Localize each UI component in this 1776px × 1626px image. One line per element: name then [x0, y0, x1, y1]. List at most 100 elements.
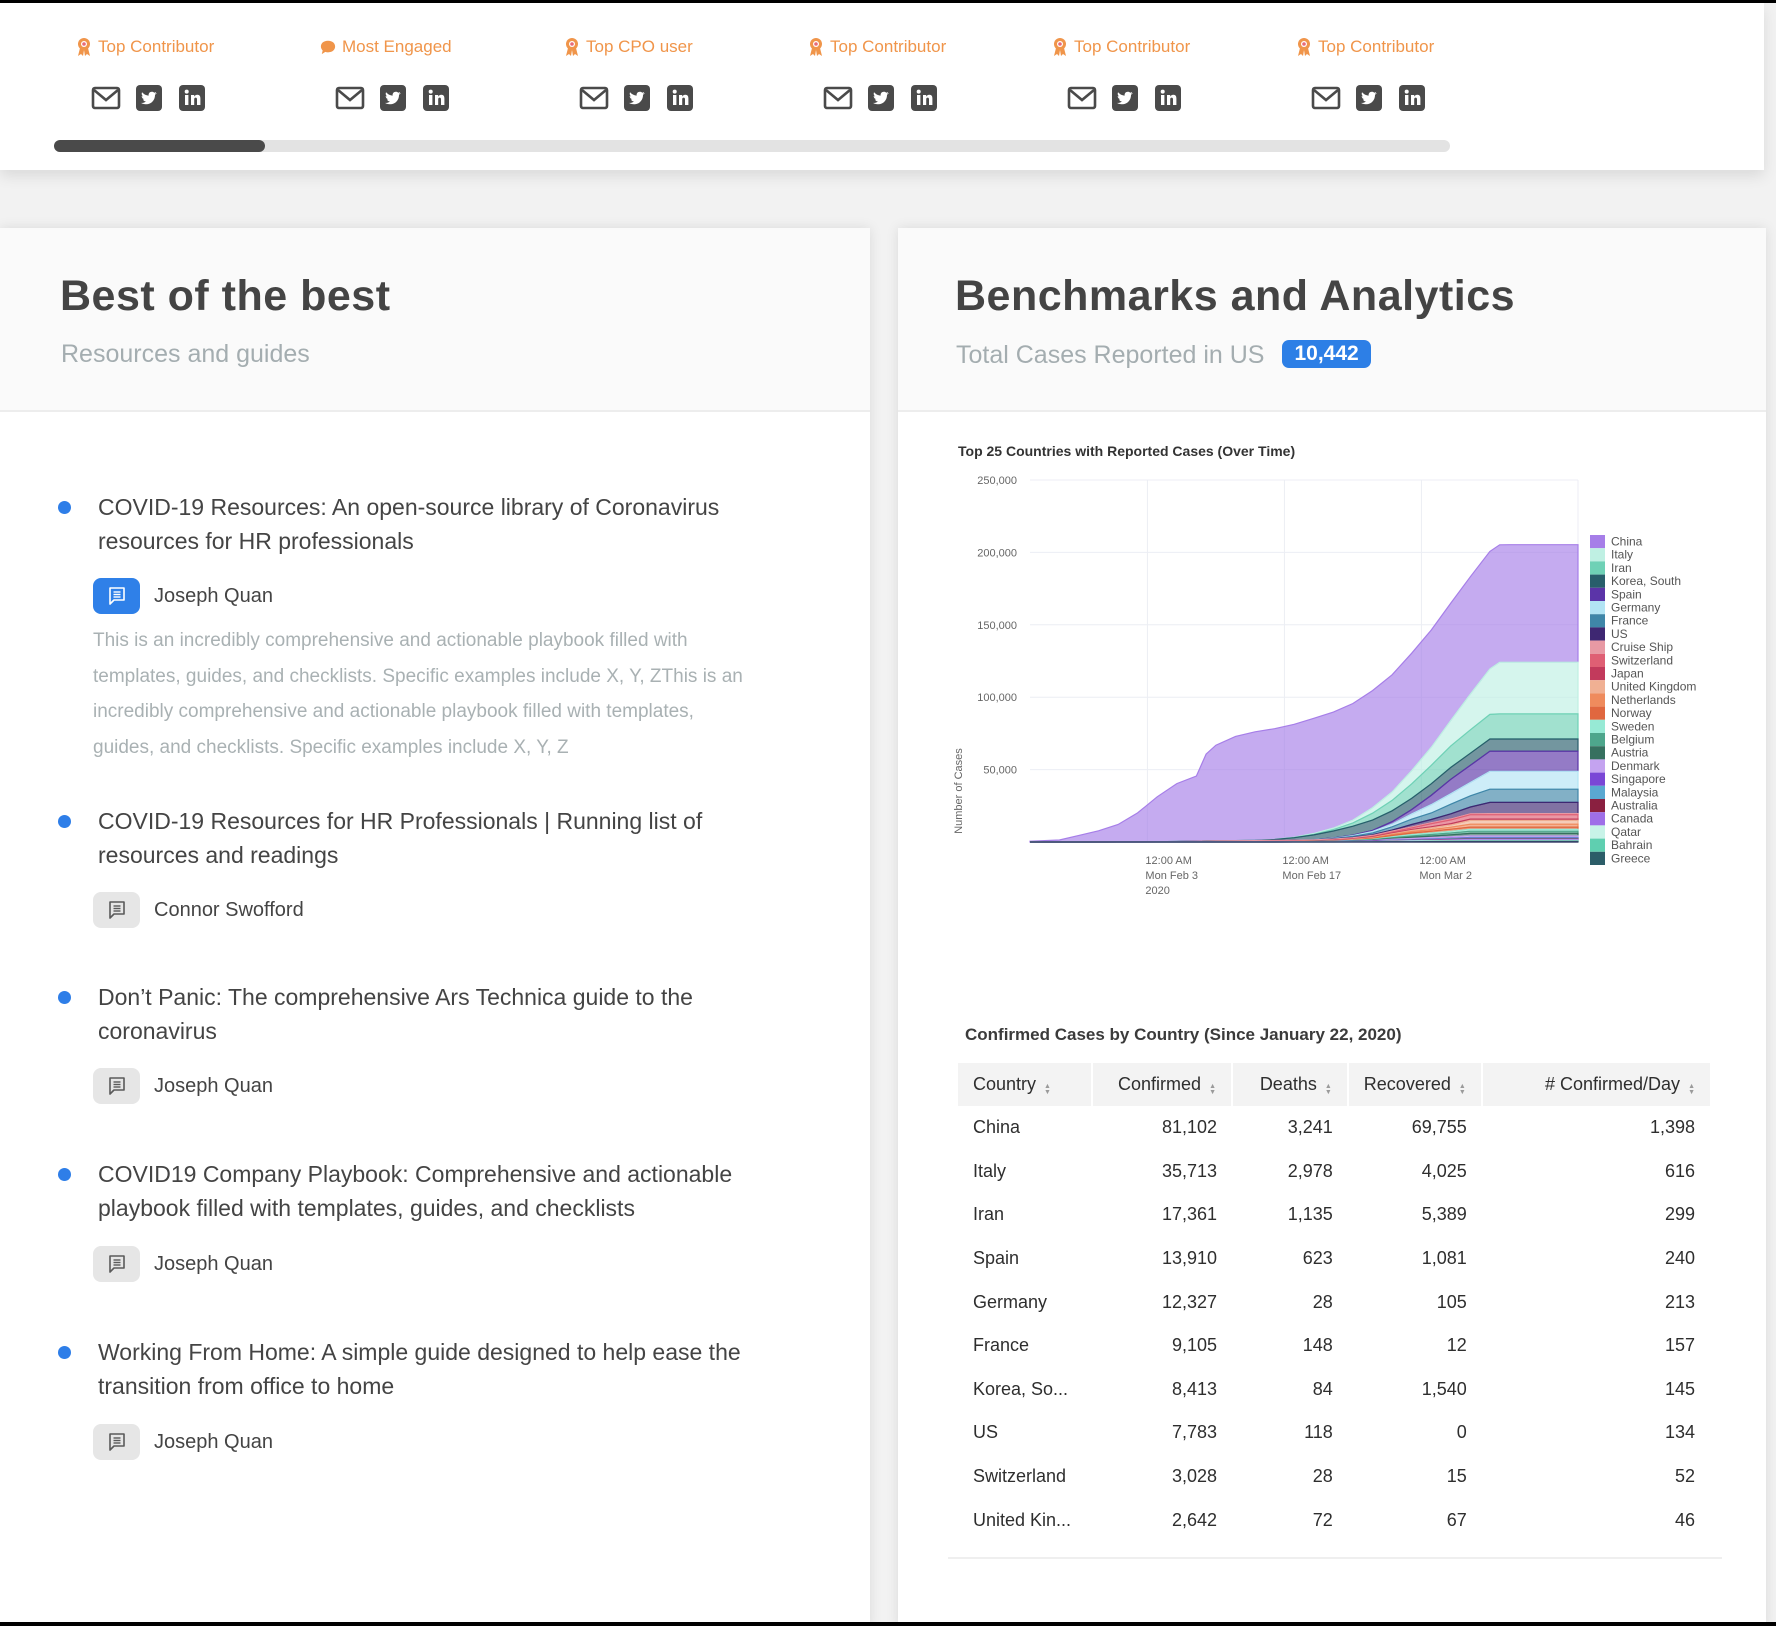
resource-title-link[interactable]: Working From Home: A simple guide design…: [98, 1335, 798, 1403]
message-icon[interactable]: [93, 892, 140, 928]
legend-swatch[interactable]: [1590, 759, 1605, 773]
legend-swatch[interactable]: [1590, 799, 1605, 813]
legend-label[interactable]: Denmark: [1611, 759, 1661, 773]
legend-label[interactable]: United Kingdom: [1611, 680, 1696, 694]
linkedin-icon[interactable]: [1153, 83, 1183, 113]
linkedin-icon[interactable]: [909, 83, 939, 113]
mail-icon[interactable]: [579, 83, 609, 113]
legend-label[interactable]: Australia: [1611, 799, 1658, 813]
mail-icon[interactable]: [1311, 83, 1341, 113]
message-icon[interactable]: [93, 578, 140, 614]
legend-swatch[interactable]: [1590, 746, 1605, 760]
legend-label[interactable]: Singapore: [1611, 772, 1666, 786]
mail-icon[interactable]: [1067, 83, 1097, 113]
legend-label[interactable]: Iran: [1611, 561, 1632, 575]
legend-swatch[interactable]: [1590, 706, 1605, 720]
sort-updown-icon[interactable]: ▲ ▼: [1688, 1083, 1695, 1096]
table-row[interactable]: Iran 17,361 1,135 5,389 299: [958, 1193, 1710, 1237]
table-row[interactable]: France 9,105 148 12 157: [958, 1324, 1710, 1368]
legend-swatch[interactable]: [1590, 627, 1605, 641]
mail-icon[interactable]: [91, 83, 121, 113]
legend-label[interactable]: Canada: [1611, 812, 1653, 826]
message-icon[interactable]: [93, 1068, 140, 1104]
legend-label[interactable]: Germany: [1611, 601, 1660, 615]
scrollbar-thumb[interactable]: [54, 140, 265, 152]
legend-label[interactable]: Belgium: [1611, 733, 1654, 747]
legend-swatch[interactable]: [1590, 719, 1605, 733]
legend-label[interactable]: US: [1611, 627, 1628, 641]
legend-swatch[interactable]: [1590, 825, 1605, 839]
legend-swatch[interactable]: [1590, 851, 1605, 865]
column-header-recovered[interactable]: Recovered ▲ ▼: [1347, 1063, 1483, 1106]
linkedin-icon[interactable]: [177, 83, 207, 113]
legend-label[interactable]: Italy: [1611, 548, 1633, 562]
table-row[interactable]: Italy 35,713 2,978 4,025 616: [958, 1150, 1710, 1194]
legend-swatch[interactable]: [1590, 838, 1605, 852]
message-icon[interactable]: [93, 1246, 140, 1282]
mail-icon[interactable]: [823, 83, 853, 113]
legend-label[interactable]: France: [1611, 614, 1649, 628]
twitter-icon[interactable]: [1354, 83, 1384, 113]
column-header-confirmed-day[interactable]: # Confirmed/Day ▲ ▼: [1481, 1063, 1710, 1106]
legend-swatch[interactable]: [1590, 733, 1605, 747]
author-name[interactable]: Joseph Quan: [154, 1431, 273, 1454]
table-row[interactable]: United Kin... 2,642 72 67 46: [958, 1498, 1710, 1542]
author-name[interactable]: Connor Swofford: [154, 899, 304, 922]
twitter-icon[interactable]: [866, 83, 896, 113]
legend-label[interactable]: China: [1611, 535, 1643, 549]
column-header-confirmed[interactable]: Confirmed ▲ ▼: [1091, 1063, 1234, 1106]
table-row[interactable]: Spain 13,910 623 1,081 240: [958, 1237, 1710, 1281]
linkedin-icon[interactable]: [665, 83, 695, 113]
resource-title-link[interactable]: COVID-19 Resources: An open-source libra…: [98, 490, 798, 558]
legend-label[interactable]: Sweden: [1611, 719, 1654, 733]
message-icon[interactable]: [93, 1424, 140, 1460]
author-name[interactable]: Joseph Quan: [154, 1075, 273, 1098]
legend-label[interactable]: Japan: [1611, 667, 1644, 681]
horizontal-scrollbar[interactable]: [54, 140, 1450, 152]
twitter-icon[interactable]: [622, 83, 652, 113]
legend-swatch[interactable]: [1590, 614, 1605, 628]
twitter-icon[interactable]: [1110, 83, 1140, 113]
sort-updown-icon[interactable]: ▲ ▼: [1459, 1083, 1466, 1096]
linkedin-icon[interactable]: [421, 83, 451, 113]
sort-updown-icon[interactable]: ▲ ▼: [1209, 1083, 1216, 1096]
table-row[interactable]: Germany 12,327 28 105 213: [958, 1280, 1710, 1324]
legend-swatch[interactable]: [1590, 693, 1605, 707]
legend-swatch[interactable]: [1590, 640, 1605, 654]
legend-label[interactable]: Bahrain: [1611, 838, 1652, 852]
legend-label[interactable]: Qatar: [1611, 825, 1641, 839]
column-header-country[interactable]: Country ▲ ▼: [958, 1063, 1093, 1106]
legend-swatch[interactable]: [1590, 785, 1605, 799]
legend-label[interactable]: Netherlands: [1611, 693, 1676, 707]
legend-swatch[interactable]: [1590, 574, 1605, 588]
sort-updown-icon[interactable]: ▲ ▼: [1044, 1083, 1051, 1096]
sort-updown-icon[interactable]: ▲ ▼: [1325, 1083, 1332, 1096]
twitter-icon[interactable]: [134, 83, 164, 113]
legend-swatch[interactable]: [1590, 561, 1605, 575]
author-name[interactable]: Joseph Quan: [154, 585, 273, 608]
legend-label[interactable]: Spain: [1611, 587, 1642, 601]
legend-label[interactable]: Switzerland: [1611, 653, 1673, 667]
table-row[interactable]: Korea, So... 8,413 84 1,540 145: [958, 1368, 1710, 1412]
legend-label[interactable]: Greece: [1611, 851, 1651, 865]
legend-label[interactable]: Korea, South: [1611, 574, 1681, 588]
column-header-deaths[interactable]: Deaths ▲ ▼: [1232, 1063, 1349, 1106]
linkedin-icon[interactable]: [1397, 83, 1427, 113]
legend-swatch[interactable]: [1590, 772, 1605, 786]
legend-swatch[interactable]: [1590, 601, 1605, 615]
legend-label[interactable]: Cruise Ship: [1611, 640, 1673, 654]
table-row[interactable]: US 7,783 118 0 134: [958, 1411, 1710, 1455]
legend-swatch[interactable]: [1590, 548, 1605, 562]
legend-label[interactable]: Austria: [1611, 746, 1649, 760]
mail-icon[interactable]: [335, 83, 365, 113]
author-name[interactable]: Joseph Quan: [154, 1253, 273, 1276]
legend-swatch[interactable]: [1590, 535, 1605, 549]
legend-swatch[interactable]: [1590, 653, 1605, 667]
legend-label[interactable]: Norway: [1611, 706, 1652, 720]
legend-swatch[interactable]: [1590, 812, 1605, 826]
resource-title-link[interactable]: COVID19 Company Playbook: Comprehensive …: [98, 1157, 798, 1225]
legend-swatch[interactable]: [1590, 667, 1605, 681]
table-row[interactable]: China 81,102 3,241 69,755 1,398: [958, 1106, 1710, 1150]
resource-title-link[interactable]: Don’t Panic: The comprehensive Ars Techn…: [98, 980, 798, 1048]
resource-title-link[interactable]: COVID-19 Resources for HR Professionals …: [98, 804, 798, 872]
